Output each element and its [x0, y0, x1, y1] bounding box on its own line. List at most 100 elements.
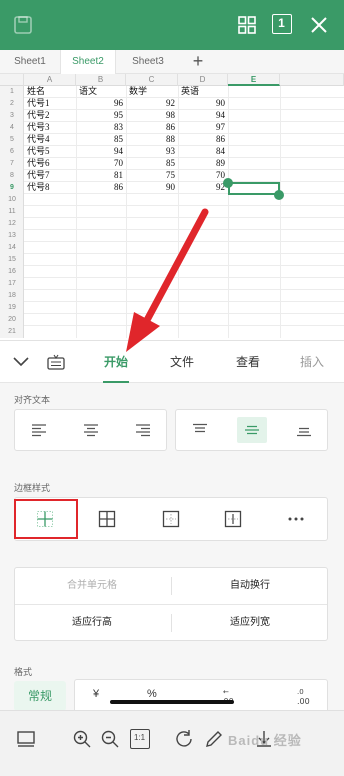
actual-size-icon[interactable]: 1:1	[130, 729, 150, 749]
row-header[interactable]: 13	[0, 230, 24, 241]
cell-math[interactable]: 75	[128, 170, 175, 181]
row-header[interactable]: 21	[0, 326, 24, 337]
column-header-b[interactable]: B	[76, 74, 126, 86]
cell-chinese[interactable]: 95	[78, 110, 123, 121]
corner-cell[interactable]	[0, 74, 24, 86]
align-center-icon[interactable]	[76, 417, 106, 443]
row-header[interactable]: 19	[0, 302, 24, 313]
cell-header-math[interactable]: 数学	[129, 86, 147, 97]
spreadsheet-grid[interactable]: A B C D E 1 2 3 4 5 6 7 8 9 10 11 12 13 …	[0, 74, 344, 338]
column-header-d[interactable]: D	[178, 74, 228, 86]
border-cross-icon[interactable]	[218, 506, 248, 532]
row-header[interactable]: 18	[0, 290, 24, 301]
save-icon[interactable]	[12, 14, 34, 36]
row-header[interactable]: 11	[0, 206, 24, 217]
cell-math[interactable]: 85	[128, 158, 175, 169]
cell-chinese[interactable]: 81	[78, 170, 123, 181]
cell-header-english[interactable]: 英语	[181, 86, 199, 97]
cell-chinese[interactable]: 83	[78, 122, 123, 133]
cell-name[interactable]: 代号3	[27, 122, 50, 133]
cell-math[interactable]: 86	[128, 122, 175, 133]
row-header[interactable]: 16	[0, 266, 24, 277]
cell-chinese[interactable]: 86	[78, 182, 123, 193]
more-icon[interactable]	[281, 506, 311, 532]
cell-name[interactable]: 代号6	[27, 158, 50, 169]
wrap-text-button[interactable]: 自动换行	[173, 568, 327, 604]
selection-handle-left[interactable]	[223, 178, 233, 188]
row-header[interactable]: 14	[0, 242, 24, 253]
align-top-icon[interactable]	[185, 417, 215, 443]
sheet-tab-1[interactable]: Sheet1	[2, 50, 58, 74]
keyboard-icon[interactable]	[46, 353, 66, 371]
row-header[interactable]: 17	[0, 278, 24, 289]
cell-math[interactable]: 93	[128, 146, 175, 157]
cell-area[interactable]: 姓名 语文 数学 英语 代号1 96 92 90 代号2 95 98 94 代号…	[24, 86, 344, 338]
sheet-tab-3[interactable]: Sheet3	[120, 50, 176, 74]
currency-format-button[interactable]: ¥	[93, 688, 99, 700]
row-header[interactable]: 4	[0, 122, 24, 133]
cell-english[interactable]: 92	[180, 182, 225, 193]
cell-math[interactable]: 90	[128, 182, 175, 193]
redo-icon[interactable]	[174, 729, 194, 749]
row-header[interactable]: 5	[0, 134, 24, 145]
cell-name[interactable]: 代号1	[27, 98, 50, 109]
edit-icon[interactable]	[204, 729, 224, 749]
zoom-in-icon[interactable]	[72, 729, 92, 749]
column-header-f[interactable]	[280, 74, 344, 86]
row-header[interactable]: 6	[0, 146, 24, 157]
tab-start[interactable]: 开始	[104, 353, 128, 370]
layout-icon[interactable]	[16, 729, 36, 749]
tab-view[interactable]: 查看	[236, 353, 260, 370]
border-outer-icon[interactable]	[156, 506, 186, 532]
cell-math[interactable]: 92	[128, 98, 175, 109]
align-right-icon[interactable]	[128, 417, 158, 443]
row-header[interactable]: 20	[0, 314, 24, 325]
cell-english[interactable]: 86	[180, 134, 225, 145]
cell-english[interactable]: 84	[180, 146, 225, 157]
row-header[interactable]: 3	[0, 110, 24, 121]
column-header-e[interactable]: E	[228, 74, 280, 86]
row-header[interactable]: 15	[0, 254, 24, 265]
row-header[interactable]: 1	[0, 86, 24, 97]
cell-chinese[interactable]: 96	[78, 98, 123, 109]
cell-header-chinese[interactable]: 语文	[79, 86, 97, 97]
tab-insert[interactable]: 插入	[300, 353, 324, 370]
cell-chinese[interactable]: 70	[78, 158, 123, 169]
border-all-icon[interactable]	[92, 506, 122, 532]
cell-name[interactable]: 代号7	[27, 170, 50, 181]
align-left-icon[interactable]	[24, 417, 54, 443]
close-icon[interactable]	[308, 14, 330, 36]
fit-row-height-button[interactable]: 适应行高	[15, 605, 169, 641]
percent-format-button[interactable]: %	[147, 688, 157, 700]
cell-english[interactable]: 94	[180, 110, 225, 121]
row-header[interactable]: 2	[0, 98, 24, 109]
selected-cell-e9[interactable]	[228, 182, 280, 195]
cell-english[interactable]: 89	[180, 158, 225, 169]
zoom-out-icon[interactable]	[100, 729, 120, 749]
cell-name[interactable]: 代号2	[27, 110, 50, 121]
cell-name[interactable]: 代号5	[27, 146, 50, 157]
merge-cells-button[interactable]: 合并单元格	[15, 568, 169, 604]
cell-name[interactable]: 代号4	[27, 134, 50, 145]
column-header-c[interactable]: C	[126, 74, 178, 86]
cell-chinese[interactable]: 94	[78, 146, 123, 157]
cell-chinese[interactable]: 85	[78, 134, 123, 145]
selection-handle-right[interactable]	[274, 190, 284, 200]
row-header[interactable]: 12	[0, 218, 24, 229]
cell-english[interactable]: 90	[180, 98, 225, 109]
align-bottom-icon[interactable]	[289, 417, 319, 443]
grid-view-icon[interactable]	[236, 14, 258, 36]
row-header-selected[interactable]: 9	[0, 182, 24, 193]
cell-math[interactable]: 88	[128, 134, 175, 145]
row-header[interactable]: 8	[0, 170, 24, 181]
cell-english[interactable]: 97	[180, 122, 225, 133]
row-header[interactable]: 7	[0, 158, 24, 169]
format-normal-button[interactable]: 常规	[14, 681, 66, 711]
chevron-down-icon[interactable]	[12, 355, 30, 369]
increase-decimal-icon[interactable]: .0 .00	[295, 686, 317, 706]
row-header[interactable]: 10	[0, 194, 24, 205]
add-sheet-button[interactable]: +	[188, 50, 208, 74]
column-header-a[interactable]: A	[24, 74, 76, 86]
fit-column-width-button[interactable]: 适应列宽	[173, 605, 327, 641]
cell-english[interactable]: 70	[180, 170, 225, 181]
